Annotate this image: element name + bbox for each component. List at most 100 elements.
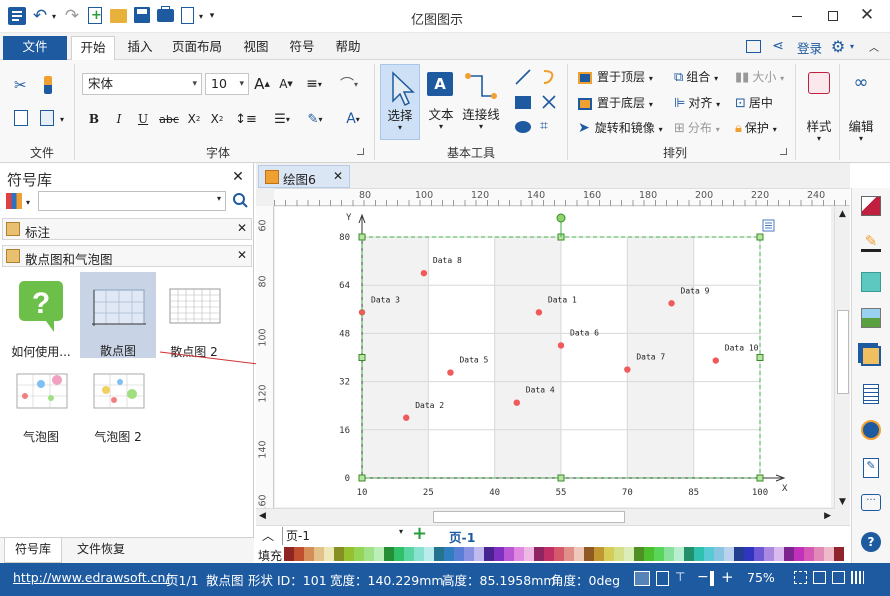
website-link[interactable]: http://www.edrawsoft.cn/ (13, 570, 170, 585)
globe-icon[interactable] (861, 420, 881, 440)
close-icon[interactable]: ✕ (852, 4, 882, 26)
color-swatch[interactable] (614, 547, 624, 561)
color-swatch[interactable] (764, 547, 774, 561)
maximize-icon[interactable] (818, 6, 848, 26)
color-swatch[interactable] (334, 547, 344, 561)
shape-bubble[interactable]: 气泡图 (3, 368, 79, 454)
color-swatch[interactable] (344, 547, 354, 561)
color-swatch[interactable] (354, 547, 364, 561)
color-swatch[interactable] (804, 547, 814, 561)
scroll-thumb[interactable] (433, 511, 625, 523)
shadow-style-icon[interactable] (861, 272, 881, 292)
align-button[interactable]: ⊫ 对齐 ▾ (674, 94, 720, 111)
open-icon[interactable] (110, 9, 127, 23)
color-swatch[interactable] (774, 547, 784, 561)
data-point[interactable] (447, 369, 454, 376)
undo-dropdown-icon[interactable]: ▾ (50, 8, 58, 24)
search-icon[interactable] (232, 192, 248, 210)
color-swatch[interactable] (814, 547, 824, 561)
format-painter-icon[interactable] (44, 76, 52, 94)
page-icon[interactable] (863, 384, 879, 404)
color-swatch[interactable] (394, 547, 404, 561)
bullet-list-icon[interactable]: ☰ ▾ (268, 110, 296, 128)
scroll-right-icon[interactable]: ▶ (824, 511, 831, 521)
image-icon[interactable] (861, 308, 881, 328)
color-swatch[interactable] (374, 547, 384, 561)
color-swatch[interactable] (644, 547, 654, 561)
data-point[interactable] (712, 357, 719, 364)
color-swatch[interactable] (674, 547, 684, 561)
library-menu-icon[interactable] (6, 193, 22, 209)
color-swatch[interactable] (524, 547, 534, 561)
scroll-thumb[interactable] (837, 310, 849, 394)
print-icon[interactable] (157, 6, 174, 22)
color-swatch[interactable] (784, 547, 794, 561)
fit-page-icon[interactable] (794, 571, 807, 584)
color-swatch[interactable] (554, 547, 564, 561)
library-menu-dropdown-icon[interactable]: ▾ (24, 195, 32, 209)
page-view-icon[interactable] (656, 571, 669, 586)
style-button[interactable]: 样式 ▾ (800, 64, 838, 150)
protect-button[interactable]: 🔒︎ 保护 ▾ (735, 119, 777, 136)
document-tab[interactable]: 绘图6 ✕ (258, 165, 350, 188)
edit-button[interactable]: ∞ 编辑 ▾ (842, 64, 880, 150)
color-swatch[interactable] (544, 547, 554, 561)
bring-front-button[interactable]: 置于顶层 ▾ (578, 68, 653, 85)
text-align-icon[interactable]: ≡ ▾ (303, 74, 325, 94)
font-dialog-launcher-icon[interactable] (357, 148, 364, 155)
color-swatch[interactable] (574, 547, 584, 561)
close-icon[interactable]: ✕ (237, 221, 247, 235)
tab-help[interactable]: 帮助 (327, 36, 369, 60)
connector-tool-button[interactable]: 连接线 ▾ (460, 64, 502, 140)
library-annotation[interactable]: 标注 ✕ (2, 218, 252, 240)
scatter-chart[interactable]: 0 16 32 48 64 80 10 25 40 55 70 85 100 Y X Data 1 Data 2… (275, 207, 831, 507)
save-icon[interactable] (134, 7, 150, 23)
resize-handle[interactable] (358, 474, 366, 482)
comment-icon[interactable]: ··· (861, 494, 881, 511)
decrease-font-icon[interactable]: A ▼ (277, 74, 295, 94)
tab-insert[interactable]: 插入 (119, 36, 161, 60)
library-scatter-bubble[interactable]: 散点图和气泡图 ✕ (2, 245, 252, 267)
distribute-button[interactable]: ⊞ 分布 ▾ (674, 119, 720, 136)
color-swatch[interactable] (364, 547, 374, 561)
color-swatch[interactable] (414, 547, 424, 561)
color-swatch[interactable] (424, 547, 434, 561)
color-swatch[interactable] (834, 547, 844, 561)
color-swatch[interactable] (794, 547, 804, 561)
note-icon[interactable]: ✎ (863, 458, 879, 478)
color-swatch[interactable] (504, 547, 514, 561)
rotate-handle[interactable] (556, 213, 566, 223)
color-swatch[interactable] (464, 547, 474, 561)
scroll-down-icon[interactable]: ▼ (835, 497, 850, 507)
color-swatch[interactable] (624, 547, 634, 561)
strikethrough-icon[interactable]: abc (158, 110, 180, 128)
tab-symbol[interactable]: 符号 (281, 36, 323, 60)
data-point[interactable] (557, 342, 565, 349)
color-swatch[interactable] (634, 547, 644, 561)
layers-icon[interactable] (861, 346, 881, 366)
palette-swatches[interactable] (284, 547, 844, 561)
color-swatch[interactable] (434, 547, 444, 561)
color-swatch[interactable] (314, 547, 324, 561)
paste-icon[interactable] (40, 110, 54, 126)
data-point[interactable] (668, 300, 675, 307)
share-screen-icon[interactable] (746, 40, 761, 53)
color-swatch[interactable] (484, 547, 494, 561)
page-select[interactable]: 页-1 ▾ (282, 527, 406, 545)
zoom-level[interactable]: 75% (747, 570, 775, 585)
color-swatch[interactable] (704, 547, 714, 561)
share-icon[interactable]: ⋖ (770, 37, 786, 55)
zoom-in-button[interactable]: + (721, 568, 734, 586)
shape-scatter[interactable]: 散点图 (80, 272, 156, 358)
color-swatch[interactable] (734, 547, 744, 561)
group-button[interactable]: ⧉ 组合 ▾ (674, 68, 718, 85)
color-swatch[interactable] (754, 547, 764, 561)
resize-handle[interactable] (756, 474, 764, 482)
color-swatch[interactable] (564, 547, 574, 561)
vertical-scrollbar[interactable]: ▲ ▼ (834, 207, 850, 509)
shape-bubble-2[interactable]: 气泡图 2 (80, 368, 156, 454)
color-swatch[interactable] (474, 547, 484, 561)
color-swatch[interactable] (444, 547, 454, 561)
tab-symbol-library[interactable]: 符号库 (4, 538, 62, 563)
color-swatch[interactable] (594, 547, 604, 561)
